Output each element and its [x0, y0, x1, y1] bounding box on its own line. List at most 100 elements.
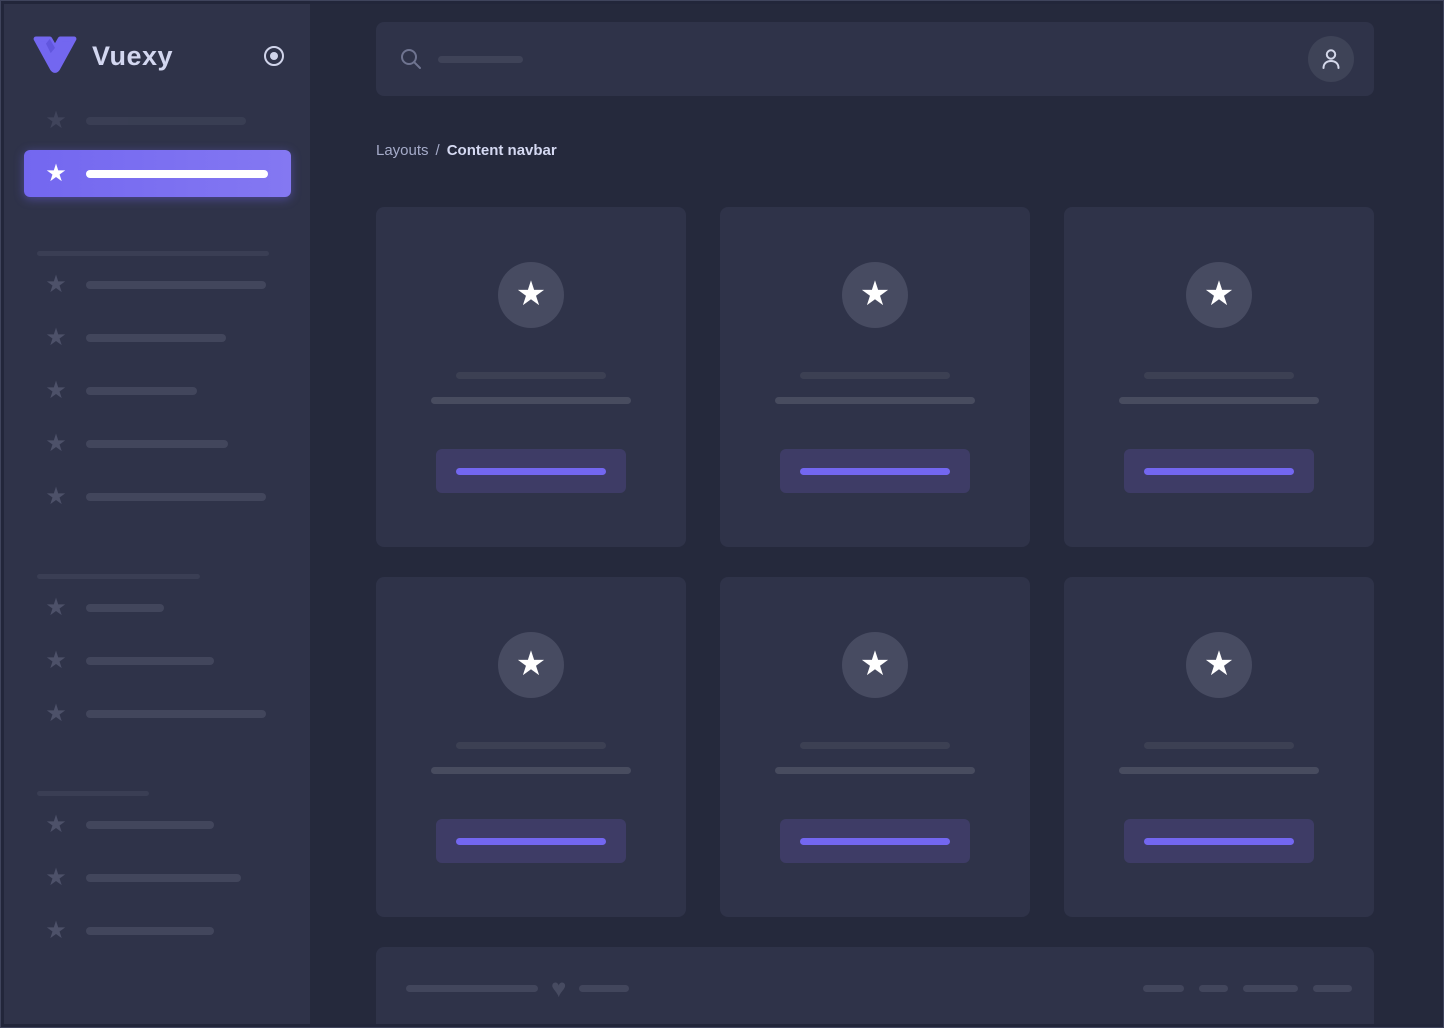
star-icon: ★	[1204, 277, 1234, 311]
menu-section-header	[4, 741, 310, 799]
menu-section-header	[4, 524, 310, 582]
sidebar-item[interactable]: ★	[4, 852, 310, 904]
sidebar-header: Vuexy	[4, 4, 310, 76]
star-icon: ★	[44, 813, 68, 837]
placeholder-card: ★	[1064, 577, 1374, 917]
menu-item-label-bar	[86, 387, 197, 395]
card-action-button[interactable]	[436, 819, 626, 863]
sidebar-item[interactable]: ★	[4, 582, 310, 634]
sidebar-item-active[interactable]: ★	[24, 150, 291, 197]
main-content: Layouts / Content navbar ★ ★ ★ ★ ★ ★ ♥	[310, 4, 1440, 1024]
menu-item-label-bar	[86, 281, 266, 289]
cards-grid: ★ ★ ★ ★ ★ ★	[376, 207, 1374, 917]
star-icon: ★	[44, 273, 68, 297]
menu-item-label-bar	[86, 170, 268, 178]
button-label-bar	[1144, 468, 1294, 475]
breadcrumb-parent[interactable]: Layouts	[376, 142, 429, 159]
card-title-bar	[456, 372, 606, 379]
footer-link-bar	[1313, 985, 1352, 992]
star-icon: ★	[44, 162, 68, 186]
menu-item-label-bar	[86, 927, 214, 935]
placeholder-card: ★	[720, 577, 1030, 917]
menu-item-label-bar	[86, 334, 226, 342]
card-subtitle-bar	[1119, 767, 1319, 774]
star-icon: ★	[516, 277, 546, 311]
star-icon: ★	[44, 379, 68, 403]
sidebar-item[interactable]: ★	[4, 312, 310, 364]
card-subtitle-bar	[775, 397, 975, 404]
section-header-bar	[37, 574, 200, 579]
sidebar-item[interactable]: ★	[4, 365, 310, 417]
button-label-bar	[456, 468, 606, 475]
menu-item-label-bar	[86, 117, 246, 125]
card-avatar-circle: ★	[842, 262, 908, 328]
sidebar-item[interactable]: ★	[4, 799, 310, 851]
sidebar-item[interactable]: ★	[4, 259, 310, 311]
star-icon: ★	[44, 596, 68, 620]
menu-item-label-bar	[86, 657, 214, 665]
person-icon	[1319, 47, 1343, 71]
card-title-bar	[1144, 742, 1294, 749]
star-icon: ★	[44, 702, 68, 726]
footer-link-bar	[1143, 985, 1184, 992]
card-avatar-circle: ★	[498, 632, 564, 698]
card-subtitle-bar	[1119, 397, 1319, 404]
menu-item-label-bar	[86, 710, 266, 718]
star-icon: ★	[44, 919, 68, 943]
card-avatar-circle: ★	[842, 632, 908, 698]
footer-copyright-bar	[406, 985, 538, 992]
footer-links	[1143, 985, 1352, 992]
button-label-bar	[456, 838, 606, 845]
card-title-bar	[800, 742, 950, 749]
sidebar-item[interactable]: ★	[4, 905, 310, 957]
breadcrumb-current: Content navbar	[447, 142, 557, 159]
button-label-bar	[800, 468, 950, 475]
menu-item-label-bar	[86, 874, 241, 882]
sidebar-item[interactable]: ★	[4, 418, 310, 470]
sidebar-item[interactable]: ★	[4, 688, 310, 740]
sidebar-item[interactable]: ★	[4, 95, 310, 147]
star-icon: ★	[44, 326, 68, 350]
breadcrumb-separator: /	[436, 142, 440, 159]
footer: ♥	[376, 947, 1374, 1024]
logo-text: Vuexy	[92, 41, 262, 72]
star-icon: ★	[44, 866, 68, 890]
card-action-button[interactable]	[780, 449, 970, 493]
footer-link-bar	[1243, 985, 1298, 992]
sidebar: Vuexy ★★★★★★★★★★★★★	[4, 4, 310, 1024]
sidebar-item-active-row: ★	[4, 148, 310, 200]
card-avatar-circle: ★	[1186, 262, 1252, 328]
card-title-bar	[800, 372, 950, 379]
sidebar-menu: ★★★★★★★★★★★★★	[4, 95, 310, 958]
card-subtitle-bar	[431, 767, 631, 774]
card-avatar-circle: ★	[1186, 632, 1252, 698]
card-avatar-circle: ★	[498, 262, 564, 328]
menu-item-label-bar	[86, 821, 214, 829]
star-icon: ★	[44, 109, 68, 133]
app-window: Vuexy ★★★★★★★★★★★★★	[0, 0, 1444, 1028]
search-input[interactable]	[400, 48, 1308, 70]
star-icon: ★	[860, 277, 890, 311]
sidebar-item[interactable]: ★	[4, 471, 310, 523]
card-action-button[interactable]	[1124, 449, 1314, 493]
menu-pin-toggle-icon[interactable]	[262, 44, 286, 68]
placeholder-card: ★	[376, 577, 686, 917]
menu-item-label-bar	[86, 493, 266, 501]
sidebar-item[interactable]: ★	[4, 635, 310, 687]
top-navbar	[376, 22, 1374, 96]
menu-item-label-bar	[86, 604, 164, 612]
search-placeholder-bar	[438, 56, 523, 63]
footer-link-bar	[1199, 985, 1228, 992]
user-avatar[interactable]	[1308, 36, 1354, 82]
placeholder-card: ★	[1064, 207, 1374, 547]
search-icon	[400, 48, 422, 70]
menu-section-header	[4, 201, 310, 259]
card-action-button[interactable]	[436, 449, 626, 493]
card-action-button[interactable]	[780, 819, 970, 863]
vuexy-logo-icon	[32, 36, 78, 76]
placeholder-card: ★	[720, 207, 1030, 547]
card-action-button[interactable]	[1124, 819, 1314, 863]
star-icon: ★	[44, 649, 68, 673]
button-label-bar	[800, 838, 950, 845]
star-icon: ★	[860, 647, 890, 681]
